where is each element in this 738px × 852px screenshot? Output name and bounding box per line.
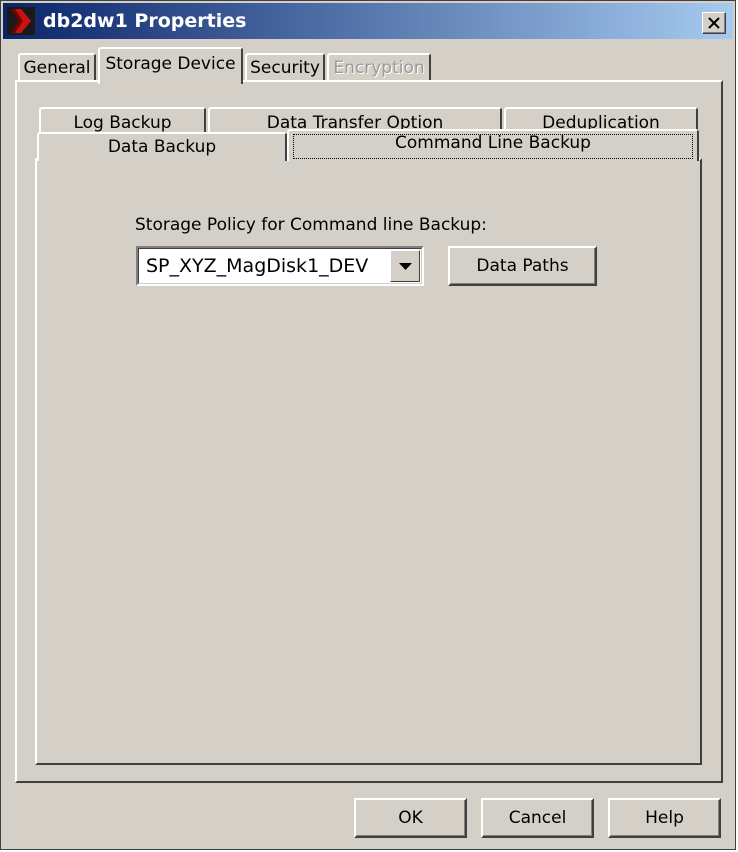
red-chevron-app-icon — [7, 7, 35, 35]
tab-storage-device[interactable]: Storage Device — [98, 47, 243, 84]
storage-policy-select-field: SP_XYZ_MagDisk1_DEV — [138, 248, 422, 284]
subtab-command-line-backup[interactable]: Command Line Backup — [287, 129, 699, 161]
cancel-button-label: Cancel — [508, 808, 567, 828]
data-paths-button-label: Data Paths — [476, 256, 569, 276]
close-button[interactable] — [702, 12, 726, 34]
tab-encryption[interactable]: Encryption — [327, 53, 431, 83]
subtab-data-backup[interactable]: Data Backup — [37, 132, 287, 161]
title-bar[interactable]: db2dw1 Properties — [3, 3, 733, 39]
properties-dialog: db2dw1 Properties General Storage Device… — [0, 0, 736, 850]
ok-button[interactable]: OK — [354, 798, 467, 838]
storage-policy-select[interactable]: SP_XYZ_MagDisk1_DEV — [136, 246, 424, 286]
help-button-label: Help — [645, 808, 684, 828]
tab-security[interactable]: Security — [245, 53, 325, 83]
dropdown-button[interactable] — [390, 250, 420, 282]
focus-rectangle — [293, 134, 693, 159]
subtab-data-backup-label: Data Backup — [107, 137, 217, 157]
tab-general-label: General — [23, 58, 91, 78]
tab-encryption-label: Encryption — [333, 58, 425, 78]
data-paths-button[interactable]: Data Paths — [448, 246, 597, 286]
cancel-button[interactable]: Cancel — [481, 798, 594, 838]
storage-policy-value: SP_XYZ_MagDisk1_DEV — [146, 255, 369, 277]
help-button[interactable]: Help — [608, 798, 721, 838]
tab-security-label: Security — [250, 58, 320, 78]
close-x-icon — [708, 17, 720, 29]
window-title: db2dw1 Properties — [43, 10, 247, 32]
tab-general[interactable]: General — [18, 53, 96, 83]
dropdown-arrow-icon — [399, 263, 412, 270]
subtab-log-backup-label: Log Backup — [73, 113, 172, 133]
ok-button-label: OK — [398, 808, 423, 828]
storage-policy-label: Storage Policy for Command line Backup: — [135, 215, 487, 235]
tab-storage-device-label: Storage Device — [105, 54, 236, 74]
